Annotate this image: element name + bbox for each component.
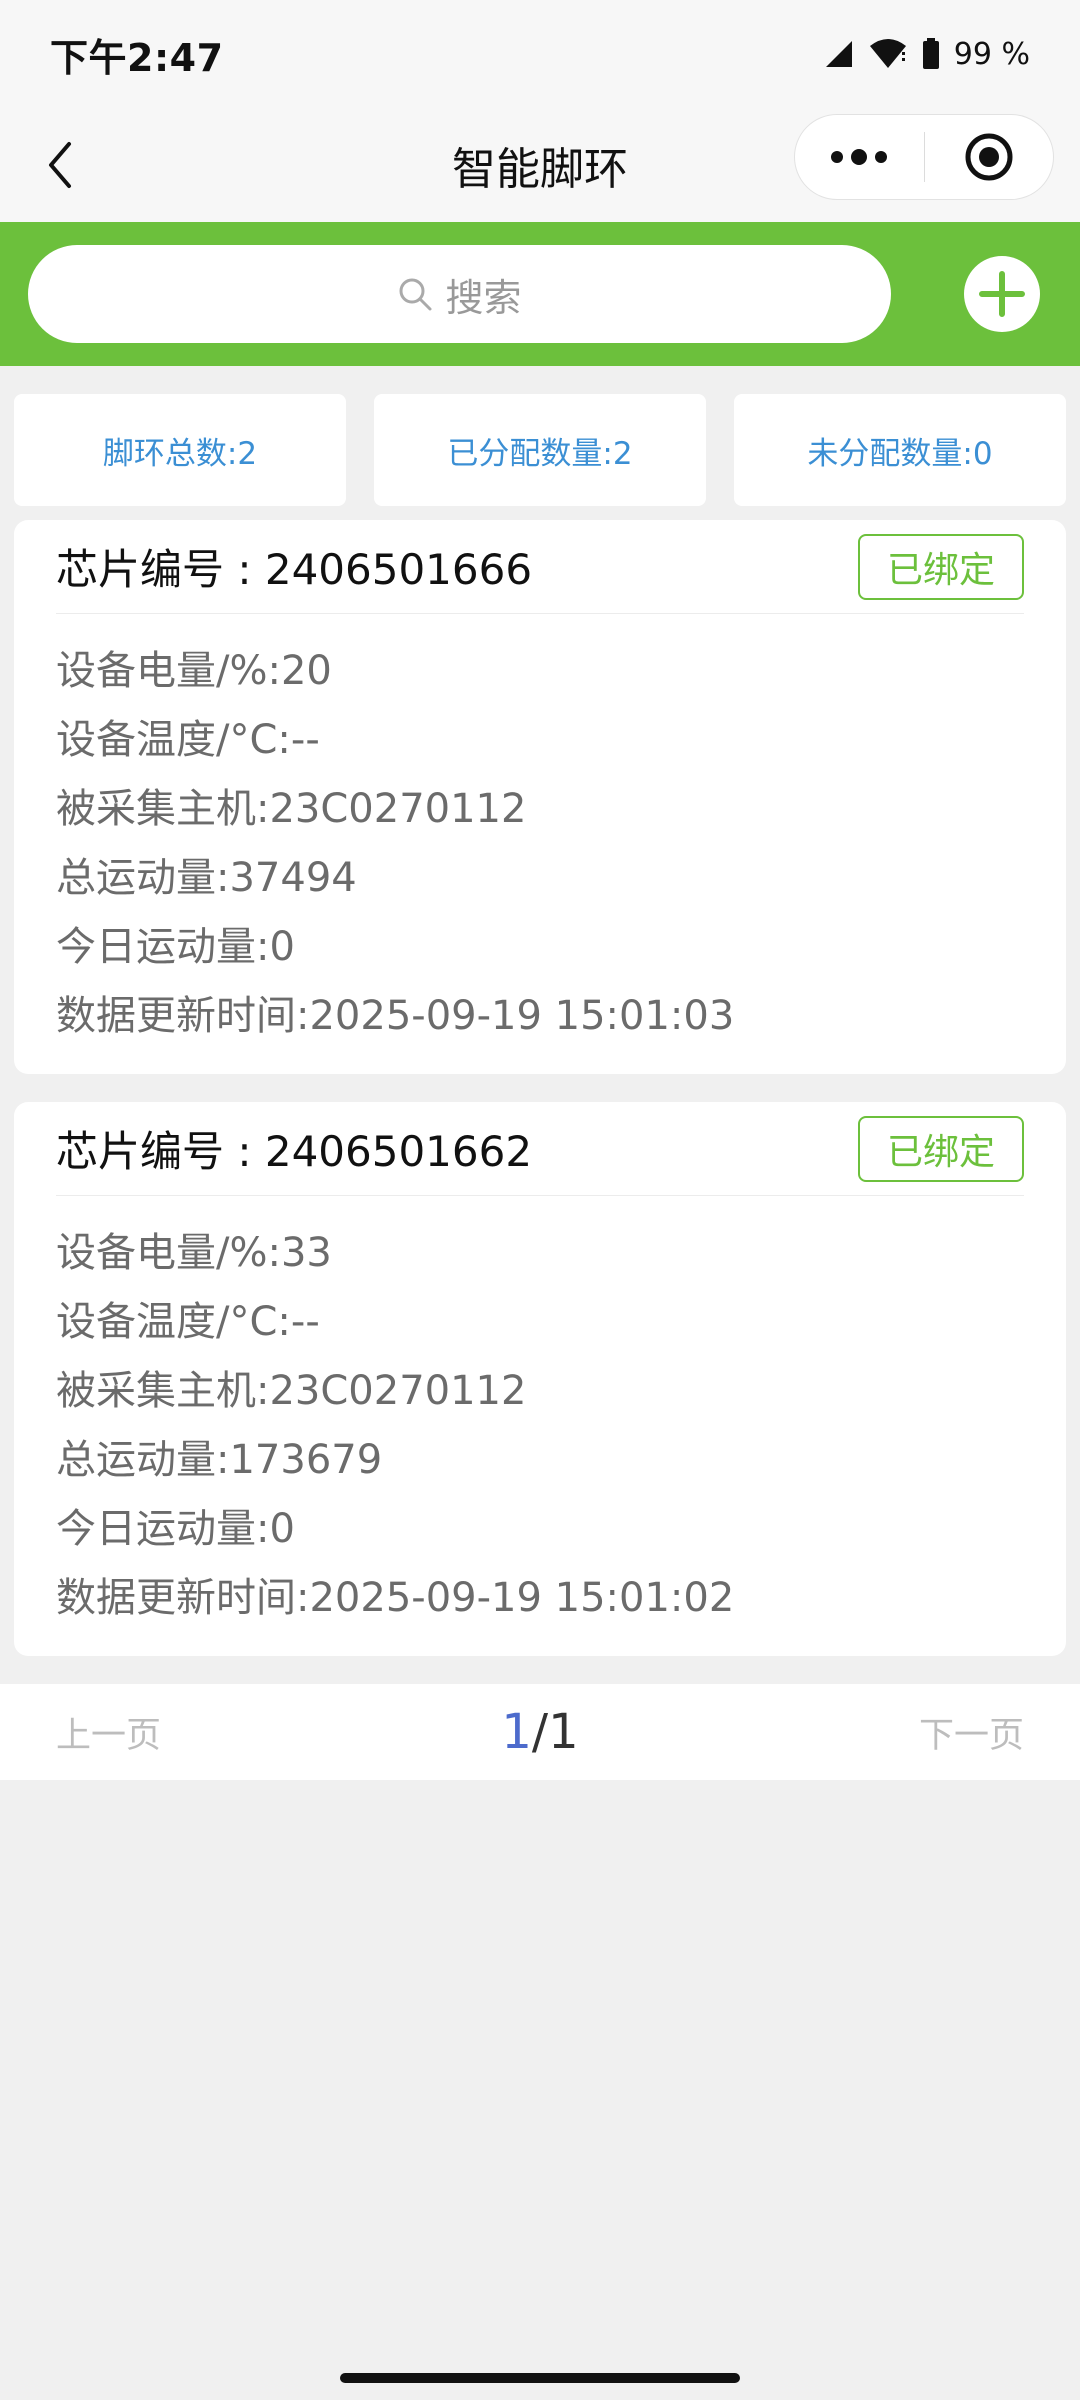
back-arrow-icon xyxy=(49,142,71,188)
target-icon xyxy=(965,133,1013,181)
total-pages: 1 xyxy=(548,1704,579,1760)
close-program-button[interactable] xyxy=(925,115,1054,199)
device-host: 被采集主机:23C0270112 xyxy=(56,1367,527,1414)
stats-row: 脚环总数:2 已分配数量:2 未分配数量:0 xyxy=(0,366,1080,520)
device-total-activity: 总运动量:173679 xyxy=(56,1436,383,1483)
page-separator: / xyxy=(531,1704,549,1760)
status-icons: 99 % xyxy=(824,37,1030,72)
wifi-icon xyxy=(869,39,906,68)
device-card[interactable]: 芯片编号 : 2406501662 已绑定 设备电量/%:33 设备温度/°C:… xyxy=(14,1102,1066,1656)
device-battery: 设备电量/%:20 xyxy=(56,647,332,694)
card-header: 芯片编号 : 2406501666 已绑定 xyxy=(56,520,1024,614)
stat-unassigned[interactable]: 未分配数量:0 xyxy=(734,394,1066,506)
plus-icon xyxy=(979,271,1025,317)
search-band: 搜索 xyxy=(0,222,1080,366)
device-update-time: 数据更新时间:2025-09-19 15:01:02 xyxy=(56,1574,735,1621)
search-icon xyxy=(399,278,432,311)
chip-number: 芯片编号 : 2406501666 xyxy=(56,545,533,594)
card-header: 芯片编号 : 2406501662 已绑定 xyxy=(56,1102,1024,1196)
home-indicator[interactable] xyxy=(340,2373,740,2383)
device-battery: 设备电量/%:33 xyxy=(56,1229,332,1276)
search-placeholder: 搜索 xyxy=(445,275,522,320)
device-temperature: 设备温度/°C:-- xyxy=(56,1298,320,1345)
status-bar: 下午2:47 99 % xyxy=(0,0,1080,108)
status-time: 下午2:47 xyxy=(50,35,224,80)
card-body: 设备电量/%:20 设备温度/°C:-- 被采集主机:23C0270112 总运… xyxy=(56,614,1024,1046)
search-input[interactable]: 搜索 xyxy=(28,245,891,343)
stat-assigned[interactable]: 已分配数量:2 xyxy=(374,394,706,506)
signal-icon xyxy=(825,41,852,67)
add-device-button[interactable] xyxy=(964,256,1040,332)
mini-program-capsule xyxy=(794,114,1054,200)
device-today-activity: 今日运动量:0 xyxy=(56,923,295,970)
device-total-activity: 总运动量:37494 xyxy=(56,854,357,901)
more-dots-icon xyxy=(831,149,888,165)
device-card[interactable]: 芯片编号 : 2406501666 已绑定 设备电量/%:20 设备温度/°C:… xyxy=(14,520,1066,1074)
back-button[interactable] xyxy=(0,108,120,222)
device-host: 被采集主机:23C0270112 xyxy=(56,785,527,832)
next-page-button[interactable]: 下一页 xyxy=(919,1707,1024,1758)
device-temperature: 设备温度/°C:-- xyxy=(56,716,320,763)
chip-number: 芯片编号 : 2406501662 xyxy=(56,1127,533,1176)
top-area: 下午2:47 99 % 智能脚环 xyxy=(0,0,1080,222)
status-badge: 已绑定 xyxy=(858,533,1024,600)
device-update-time: 数据更新时间:2025-09-19 15:01:03 xyxy=(56,992,735,1039)
battery-icon xyxy=(922,38,939,69)
status-badge: 已绑定 xyxy=(858,1115,1024,1182)
page-indicator: 1/1 xyxy=(501,1704,578,1760)
nav-bar: 智能脚环 xyxy=(0,108,1080,222)
card-body: 设备电量/%:33 设备温度/°C:-- 被采集主机:23C0270112 总运… xyxy=(56,1196,1024,1628)
stat-total[interactable]: 脚环总数:2 xyxy=(14,394,346,506)
device-today-activity: 今日运动量:0 xyxy=(56,1505,295,1552)
more-button[interactable] xyxy=(795,115,924,199)
prev-page-button[interactable]: 上一页 xyxy=(56,1707,161,1758)
battery-percent: 99 % xyxy=(953,36,1030,72)
current-page: 1 xyxy=(501,1704,532,1760)
pagination: 上一页 1/1 下一页 xyxy=(0,1684,1080,1780)
